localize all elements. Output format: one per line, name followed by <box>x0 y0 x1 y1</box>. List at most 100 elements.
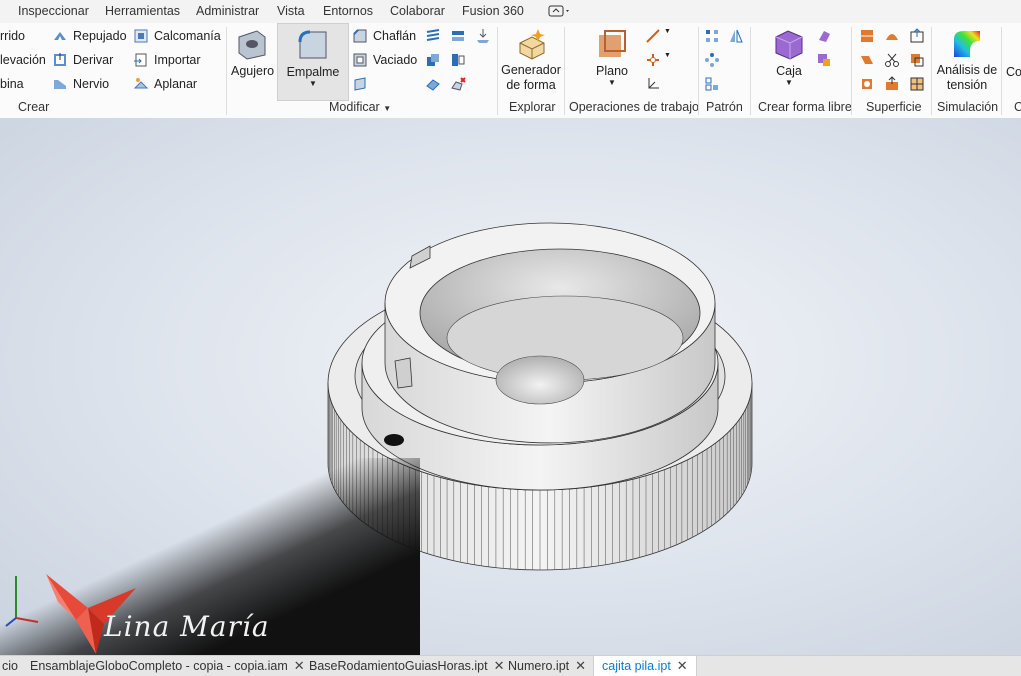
copiar-objeto-icon[interactable] <box>450 52 466 68</box>
generador-de-forma-button[interactable]: Generador de forma <box>501 27 561 93</box>
caja-icon <box>775 30 803 60</box>
aplanar-label: Aplanar <box>154 77 198 91</box>
doc-tab-label: BaseRodamientoGuiasHoras.ipt <box>309 659 488 673</box>
costura-icon[interactable] <box>859 52 875 68</box>
plano-icon <box>599 30 626 57</box>
tab-administrar[interactable]: Administrar <box>196 4 259 18</box>
chevron-down-icon: ▼ <box>309 79 317 88</box>
barrido-button[interactable]: rrido <box>0 26 25 46</box>
doc-tab-active[interactable]: cajita pila.ipt ✕ <box>593 656 697 676</box>
bobina-label: bina <box>0 77 24 91</box>
group-title-cut: C <box>1014 100 1021 114</box>
caja-button[interactable]: Caja ▼ <box>769 27 809 87</box>
empalme-button[interactable]: Empalme ▼ <box>277 23 349 101</box>
solevacion-label: levación <box>0 53 46 67</box>
separator <box>698 27 699 115</box>
sustituir-cara-icon[interactable] <box>909 52 925 68</box>
combinar-icon[interactable] <box>425 52 441 68</box>
unir-icon[interactable] <box>884 76 900 92</box>
barrido-label: rrido <box>0 29 26 43</box>
importar-icon <box>134 53 147 67</box>
tab-vista[interactable]: Vista <box>277 4 305 18</box>
doc-tab[interactable]: EnsamblajeGloboCompleto - copia - copia.… <box>30 656 305 676</box>
convertir-button-cut[interactable]: Co <box>1006 65 1021 80</box>
tab-fusion-360[interactable]: Fusion 360 <box>462 4 524 18</box>
caja-label: Caja <box>776 64 802 78</box>
separator <box>497 27 498 115</box>
tab-colaborar[interactable]: Colaborar <box>390 4 445 18</box>
calcomania-button[interactable]: Calcomanía <box>133 26 221 46</box>
patron-rectangular-icon[interactable] <box>704 28 720 44</box>
doc-tab[interactable]: cio <box>2 656 18 676</box>
doc-tab-label: cajita pila.ipt <box>602 659 671 673</box>
roscar-icon[interactable] <box>425 28 441 44</box>
close-icon[interactable]: ✕ <box>575 658 586 674</box>
separator <box>750 27 751 115</box>
doc-tab-label: Numero.ipt <box>508 659 570 673</box>
generador-de-forma-icon <box>519 29 545 60</box>
suprimir-cara-icon[interactable] <box>450 76 466 92</box>
separator <box>564 27 565 115</box>
reparar-icon[interactable] <box>859 76 875 92</box>
repujado-button[interactable]: Repujado <box>52 26 127 46</box>
analisis-de-tension-label: Análisis de tensión <box>936 63 998 92</box>
doc-tab[interactable]: Numero.ipt ✕ <box>508 656 586 676</box>
chaflan-button[interactable]: Chaflán <box>352 26 416 46</box>
view-axis-triad-icon[interactable] <box>4 568 44 628</box>
patron-circular-icon[interactable] <box>704 52 720 68</box>
patron-boceto-icon[interactable] <box>704 76 720 92</box>
chevron-down-icon[interactable]: ▼ <box>664 28 680 44</box>
importar-label: Importar <box>154 53 201 67</box>
aplanar-button[interactable]: Aplanar <box>133 74 197 94</box>
menu-tab-bar: Inspeccionar Herramientas Administrar Vi… <box>0 0 1021 24</box>
close-icon[interactable]: ✕ <box>294 658 305 674</box>
nervio-button[interactable]: Nervio <box>52 74 109 94</box>
separator <box>1001 27 1002 115</box>
watermark-text: Lina María <box>104 610 270 643</box>
solevacion-button[interactable]: levación <box>0 50 46 70</box>
agujero-label: Agujero <box>231 64 275 78</box>
punto-icon[interactable] <box>645 52 661 68</box>
agujero-button[interactable]: Agujero <box>231 27 275 79</box>
graphics-viewport[interactable]: Lina María <box>0 118 1021 655</box>
tab-herramientas[interactable]: Herramientas <box>105 4 180 18</box>
derivar-button[interactable]: Derivar <box>52 50 113 70</box>
recortar-icon[interactable] <box>884 52 900 68</box>
close-icon[interactable]: ✕ <box>677 658 688 674</box>
parche-icon[interactable] <box>884 28 900 44</box>
empujar-icon[interactable] <box>475 28 491 44</box>
analisis-de-tension-icon <box>954 31 980 57</box>
simetria-icon[interactable] <box>728 28 744 44</box>
engrosar-icon[interactable] <box>425 76 441 92</box>
chevron-down-icon: ▼ <box>785 78 793 87</box>
extender-icon[interactable] <box>909 28 925 44</box>
vaciado-button[interactable]: Vaciado <box>352 50 417 70</box>
chevron-down-icon: ▼ <box>383 104 392 113</box>
group-title-crear: Crear <box>18 100 50 114</box>
aplanar-icon <box>133 78 149 89</box>
ribbon-display-toggle-icon[interactable] <box>548 3 572 22</box>
separator <box>931 27 932 115</box>
convertir-forma-icon[interactable] <box>816 52 832 68</box>
group-title-modificar[interactable]: Modificar ▼ <box>329 100 391 114</box>
group-title-operaciones-de-trabajo: Operaciones de trabajo <box>569 100 699 114</box>
bobina-button[interactable]: bina <box>0 74 24 94</box>
tab-inspeccionar[interactable]: Inspeccionar <box>18 4 89 18</box>
chevron-down-icon[interactable]: ▼ <box>664 52 680 68</box>
plano-button[interactable]: Plano ▼ <box>592 27 632 87</box>
separator <box>226 27 227 115</box>
analisis-de-tension-button[interactable]: Análisis de tensión <box>935 27 999 93</box>
separator <box>851 27 852 115</box>
superficie-reglada-icon[interactable] <box>859 28 875 44</box>
close-icon[interactable]: ✕ <box>494 658 505 674</box>
sistema-coordenadas-icon[interactable] <box>645 76 661 92</box>
tab-entornos[interactable]: Entornos <box>323 4 373 18</box>
mover-cara-icon[interactable] <box>450 28 466 44</box>
eje-icon[interactable] <box>645 28 661 44</box>
doc-tab[interactable]: BaseRodamientoGuiasHoras.ipt ✕ <box>309 656 504 676</box>
importar-button[interactable]: Importar <box>133 50 201 70</box>
editar-forma-icon[interactable] <box>816 28 832 44</box>
empalme-label: Empalme <box>286 65 340 79</box>
ajustar-malla-icon[interactable] <box>909 76 925 92</box>
dividir-icon[interactable] <box>352 76 368 92</box>
